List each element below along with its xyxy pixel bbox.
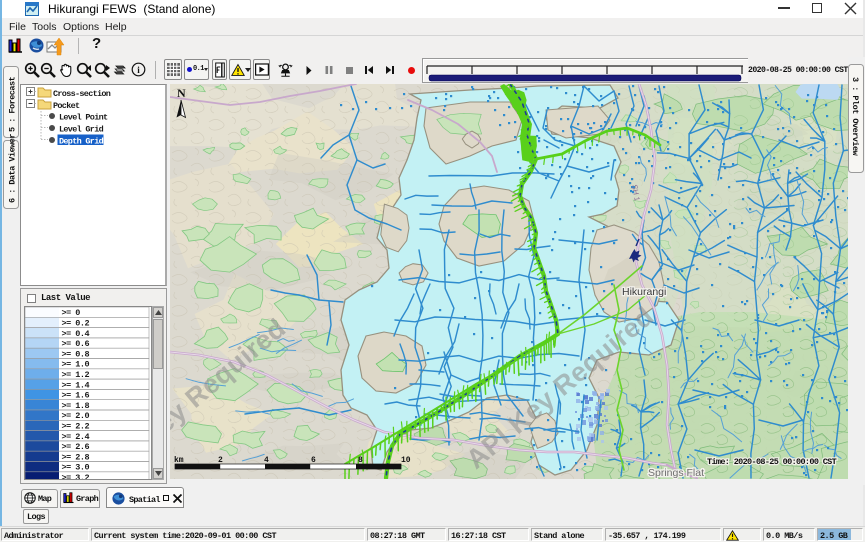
svg-text:>= 3.0: >= 3.0 [62,463,90,473]
svg-text:>= 2.2: >= 2.2 [62,422,90,432]
svg-text:i: i [137,65,140,75]
svg-text:>= 1.6: >= 1.6 [62,391,90,401]
svg-text:3 : Plot Overview: 3 : Plot Overview [850,77,860,157]
svg-text:>= 1.0: >= 1.0 [62,360,90,370]
svg-text:4: 4 [264,456,269,465]
svg-text:Hikurangi: Hikurangi [622,286,666,298]
svg-text:Springs Flat: Springs Flat [648,467,704,479]
svg-text:Pocket: Pocket [53,101,80,111]
svg-text:5 : Forecast: 5 : Forecast [8,76,18,132]
svg-text:>= 0.6: >= 0.6 [62,339,90,349]
svg-text:>= 0.8: >= 0.8 [62,349,90,359]
svg-text:6: 6 [311,456,316,465]
svg-text:>= 2.0: >= 2.0 [62,411,90,421]
svg-text:N: N [177,86,186,100]
svg-text:Cross-section: Cross-section [53,89,111,99]
svg-text:10: 10 [401,456,411,465]
svg-text:>= 0: >= 0 [62,308,81,318]
svg-text:>= 0.4: >= 0.4 [62,329,90,339]
svg-text:6 : Data Viewer: 6 : Data Viewer [8,134,18,203]
svg-text:>= 2.8: >= 2.8 [62,452,90,462]
svg-text:>= 1.2: >= 1.2 [62,370,90,380]
svg-text:>= 2.4: >= 2.4 [62,432,90,442]
svg-text:>= 1.4: >= 1.4 [62,380,90,390]
svg-text:Depth Grid: Depth Grid [59,137,104,147]
svg-text:km: km [174,456,184,465]
svg-text:Time: 2020-08-25 00:00:00 CST: Time: 2020-08-25 00:00:00 CST [707,457,837,467]
svg-text:>= 3.2: >= 3.2 [62,473,90,480]
svg-text:8: 8 [358,456,363,465]
svg-text:>= 0.2: >= 0.2 [62,319,90,329]
svg-text:Level Grid: Level Grid [59,125,104,135]
svg-text:>= 2.6: >= 2.6 [62,442,90,452]
svg-text:Level Point: Level Point [59,113,108,123]
svg-text:2: 2 [218,456,223,465]
svg-text:>= 1.8: >= 1.8 [62,401,90,411]
